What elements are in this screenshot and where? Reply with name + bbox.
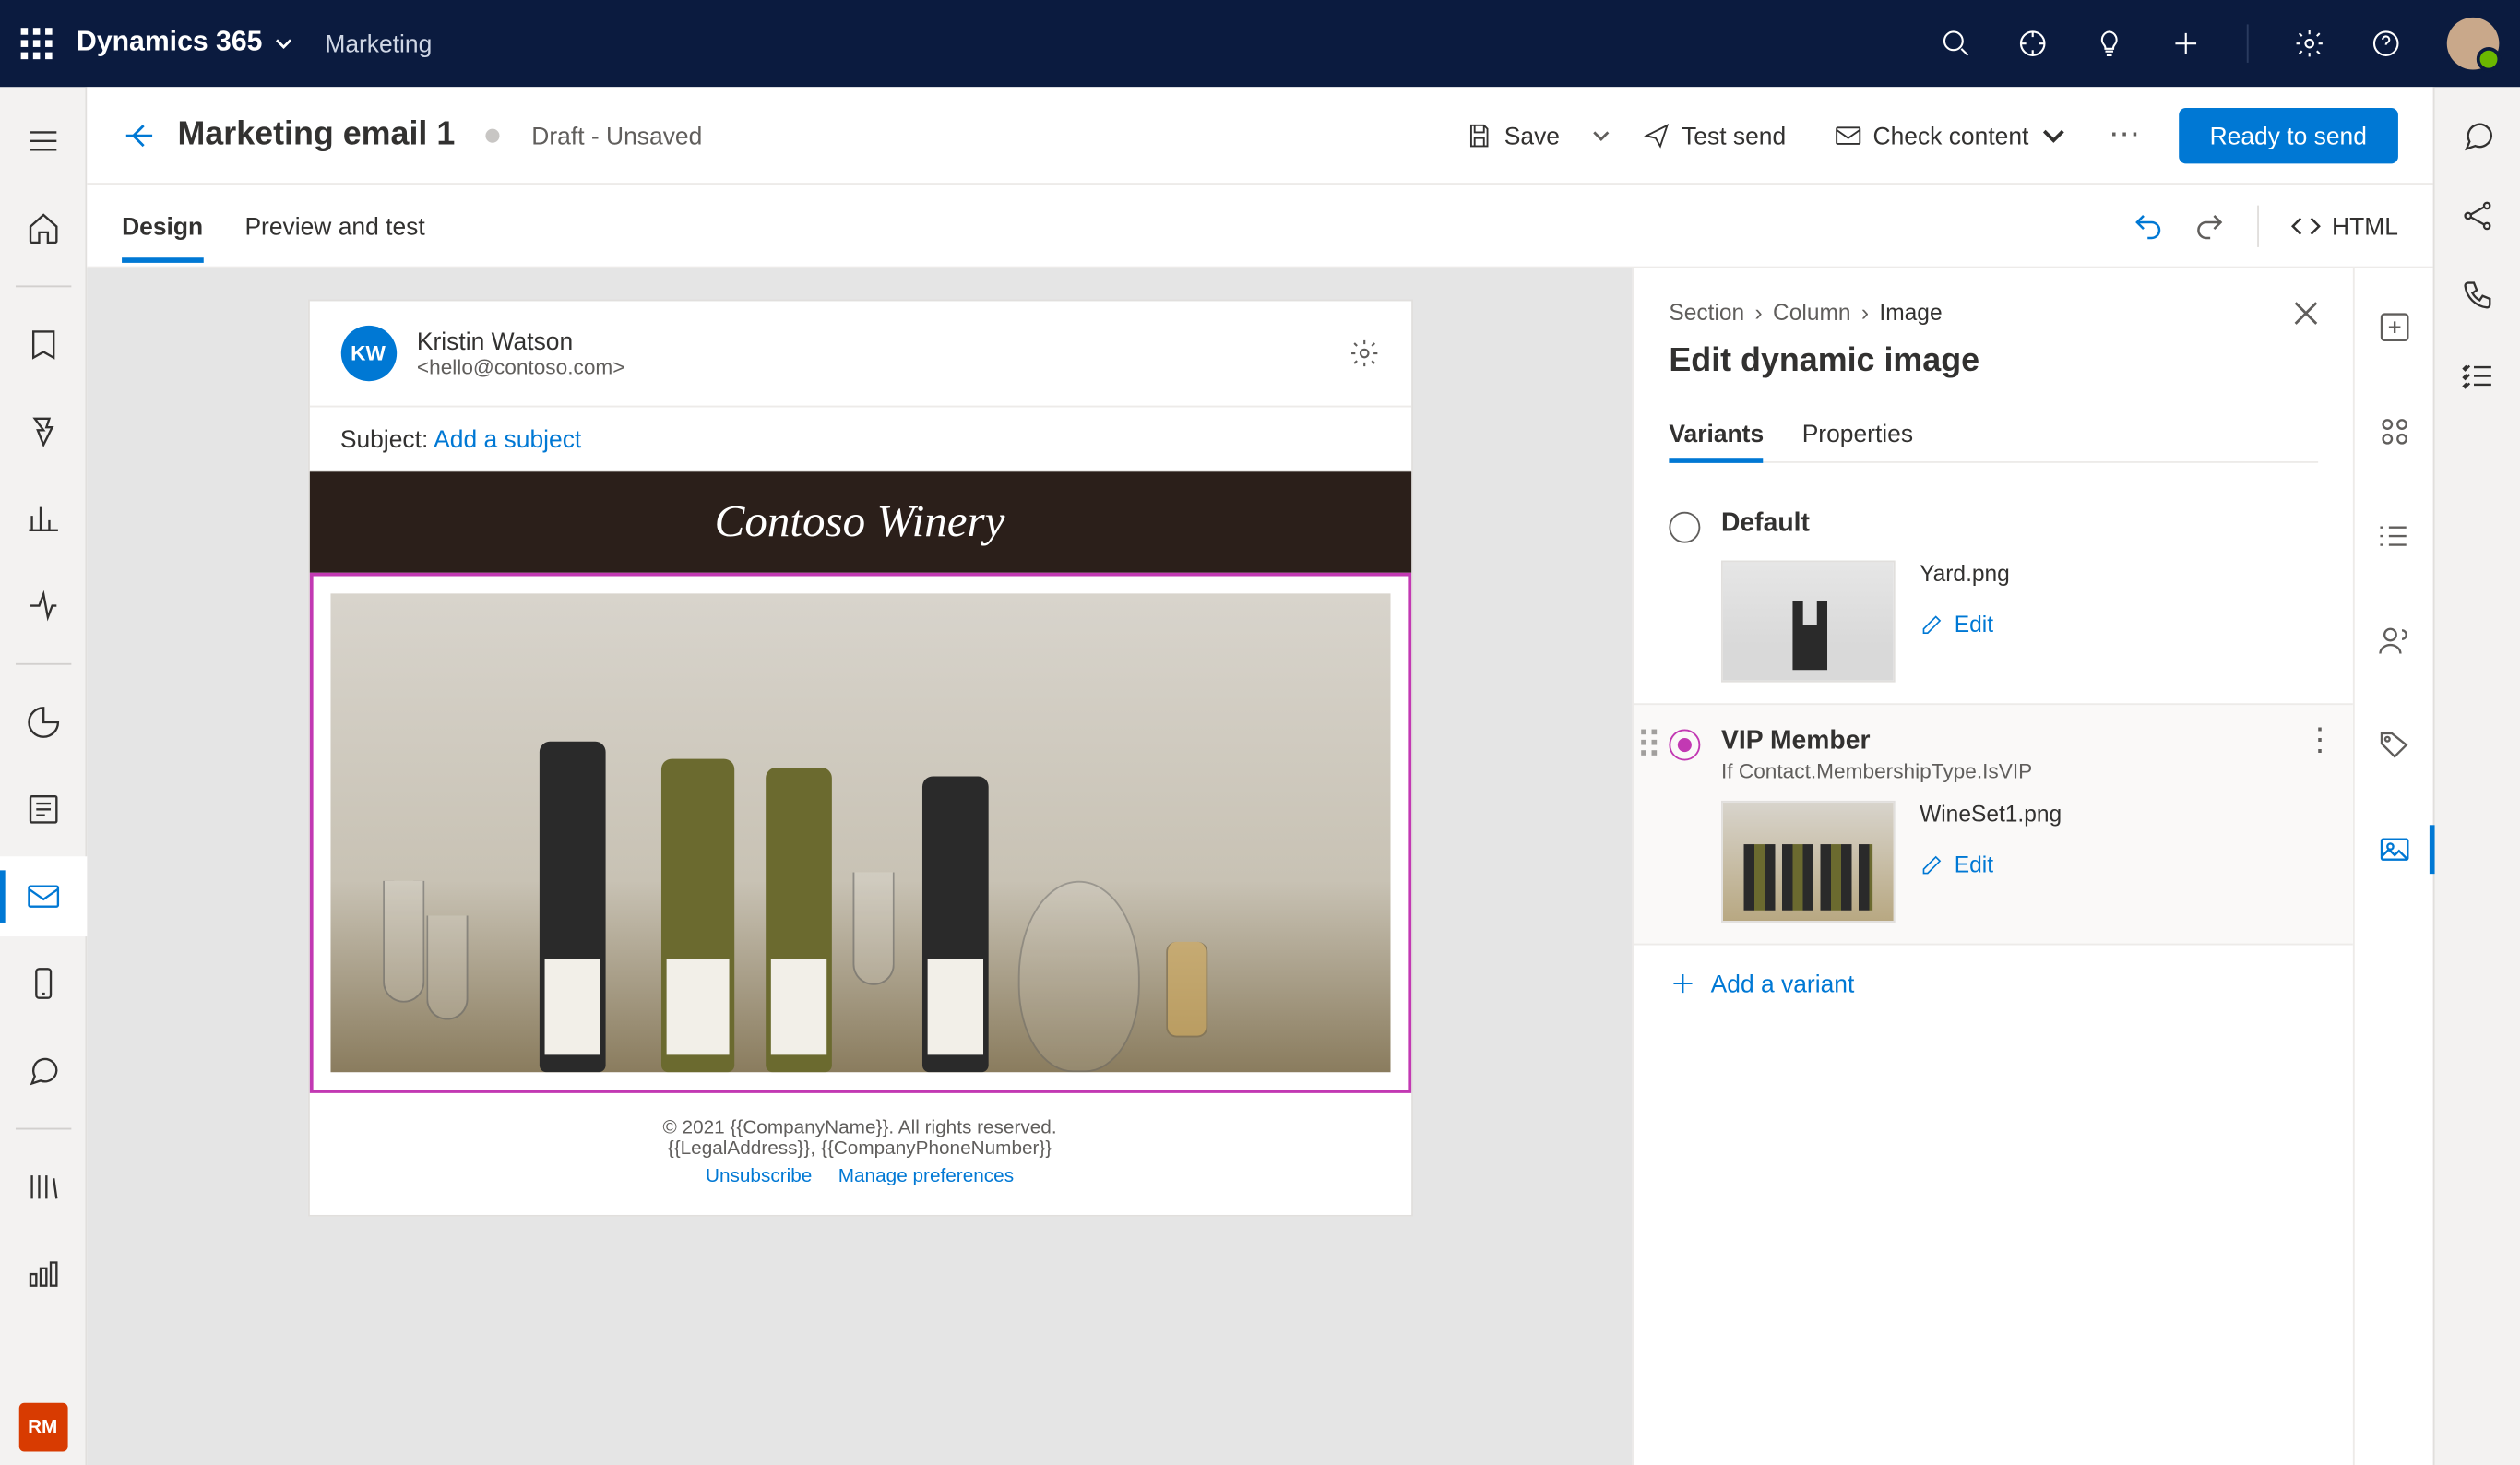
variant-condition: If Contact.MembershipType.IsVIP (1721, 759, 2032, 783)
chevron-down-icon (2039, 121, 2067, 149)
html-view-button[interactable]: HTML (2290, 209, 2398, 241)
toolbox-add-icon[interactable] (2354, 292, 2434, 362)
subject-placeholder[interactable]: Add a subject (434, 424, 581, 452)
variant-vip-member[interactable]: ⋮ VIP Member If Contact.MembershipType.I… (1634, 703, 2353, 945)
record-status: Draft - Unsaved (531, 121, 702, 149)
email-footer: © 2021 {{CompanyName}}. All rights reser… (309, 1093, 1410, 1166)
redo-icon[interactable] (2194, 209, 2226, 241)
nav-analytics[interactable] (0, 479, 86, 559)
undo-icon[interactable] (2132, 209, 2163, 241)
variant-edit-link[interactable]: Edit (1920, 852, 2062, 877)
variant-radio[interactable] (1669, 512, 1700, 543)
phone-icon[interactable] (2460, 279, 2495, 314)
variant-radio[interactable] (1669, 730, 1700, 761)
share-nodes-icon[interactable] (2460, 198, 2495, 233)
email-settings-gear-icon[interactable] (1348, 338, 1379, 369)
user-avatar[interactable] (2447, 18, 2500, 70)
toolbox-tag-icon[interactable] (2354, 710, 2434, 780)
nav-hamburger[interactable] (0, 101, 86, 181)
panel-side-rail (2353, 268, 2433, 1465)
save-button[interactable]: Save (1448, 111, 1576, 160)
hero-image (330, 593, 1390, 1072)
brand-banner[interactable]: Contoso Winery (309, 471, 1410, 572)
panel-tabs: Variants Properties (1669, 406, 2318, 463)
nav-library[interactable] (0, 1147, 86, 1227)
product-name[interactable]: Dynamics 365 (77, 28, 293, 59)
code-icon (2290, 209, 2322, 241)
save-split-chevron-icon[interactable] (1591, 125, 1612, 146)
sender-name: Kristin Watson (417, 328, 1327, 355)
subject-row[interactable]: Subject: Add a subject (309, 407, 1410, 471)
panel-title: Edit dynamic image (1669, 343, 2318, 382)
add-variant-button[interactable]: Add a variant (1669, 946, 2318, 1032)
tab-preview[interactable]: Preview and test (244, 191, 424, 260)
global-topbar: Dynamics 365 Marketing (0, 0, 2520, 87)
tab-properties[interactable]: Properties (1802, 406, 1913, 461)
left-nav-rail: RM (0, 87, 87, 1465)
email-preview-card: KW Kristin Watson <hello@contoso.com> Su… (307, 300, 1412, 1217)
nav-home[interactable] (0, 188, 86, 268)
variant-default[interactable]: Default Yard.png Edit (1669, 487, 2318, 703)
selected-image-block[interactable] (309, 573, 1410, 1093)
area-name: Marketing (325, 30, 432, 57)
task-list-icon[interactable] (2460, 359, 2495, 394)
variant-name: Default (1721, 508, 1810, 538)
toolbox-list-icon[interactable] (2354, 501, 2434, 570)
nav-chat[interactable] (0, 1030, 86, 1111)
variant-name: VIP Member (1721, 726, 2032, 756)
back-arrow-icon[interactable] (122, 117, 157, 152)
help-icon[interactable] (2371, 28, 2402, 59)
command-bar: Marketing email 1 Draft - Unsaved Save T… (87, 87, 2432, 185)
variant-edit-link[interactable]: Edit (1920, 611, 2010, 637)
email-canvas[interactable]: KW Kristin Watson <hello@contoso.com> Su… (87, 268, 1632, 1465)
toolbox-people-icon[interactable] (2354, 606, 2434, 675)
nav-triggers[interactable] (0, 392, 86, 472)
variant-filename: Yard.png (1920, 561, 2010, 587)
variant-thumbnail[interactable] (1721, 561, 1896, 683)
nav-reports[interactable] (0, 1234, 86, 1315)
tab-design[interactable]: Design (122, 191, 203, 260)
status-dot (486, 128, 500, 142)
properties-panel: Section› Column› Image Edit dynamic imag… (1633, 268, 2433, 1465)
app-launcher-icon[interactable] (21, 28, 53, 59)
check-content-button[interactable]: Check content (1817, 111, 2085, 160)
variant-more-icon[interactable]: ⋮ (2304, 722, 2336, 759)
nav-email[interactable] (0, 856, 86, 936)
test-send-button[interactable]: Test send (1626, 111, 1803, 160)
nav-segments[interactable] (0, 683, 86, 763)
main-content: Marketing email 1 Draft - Unsaved Save T… (87, 87, 2432, 1465)
manage-preferences-link[interactable]: Manage preferences (838, 1166, 1014, 1187)
sender-avatar: KW (340, 326, 396, 381)
plus-icon[interactable] (2170, 28, 2202, 59)
nav-journeys[interactable] (0, 304, 86, 385)
close-panel-icon[interactable] (2294, 300, 2318, 324)
unsubscribe-link[interactable]: Unsubscribe (706, 1166, 812, 1187)
nav-automation[interactable] (0, 566, 86, 646)
variant-filename: WineSet1.png (1920, 801, 2062, 827)
search-icon[interactable] (1941, 28, 1972, 59)
lightbulb-icon[interactable] (2094, 28, 2125, 59)
toolbox-image-icon[interactable] (2354, 815, 2434, 884)
nav-persona-badge[interactable]: RM (18, 1402, 67, 1451)
nav-mobile[interactable] (0, 944, 86, 1024)
panel-breadcrumb[interactable]: Section› Column› Image (1669, 300, 1942, 326)
subject-label: Subject: (340, 424, 434, 452)
more-commands-button[interactable]: ⋯ (2098, 116, 2151, 153)
sender-email: <hello@contoso.com> (417, 355, 1327, 379)
toolbox-elements-icon[interactable] (2354, 397, 2434, 466)
target-icon[interactable] (2017, 28, 2049, 59)
chevron-down-icon (273, 33, 294, 54)
email-footer-links: Unsubscribe Manage preferences (309, 1166, 1410, 1215)
record-title: Marketing email 1 (177, 115, 455, 154)
right-app-rail (2433, 87, 2520, 1465)
variant-thumbnail[interactable] (1721, 801, 1896, 923)
email-header: KW Kristin Watson <hello@contoso.com> (309, 301, 1410, 407)
tab-bar: Design Preview and test HTML (87, 185, 2432, 268)
tab-variants[interactable]: Variants (1669, 406, 1764, 461)
drag-handle-icon[interactable] (1641, 730, 1657, 756)
gear-icon[interactable] (2294, 28, 2325, 59)
nav-forms[interactable] (0, 769, 86, 850)
ready-to-send-button[interactable]: Ready to send (2179, 107, 2398, 162)
chat-bubble-icon[interactable] (2460, 118, 2495, 153)
